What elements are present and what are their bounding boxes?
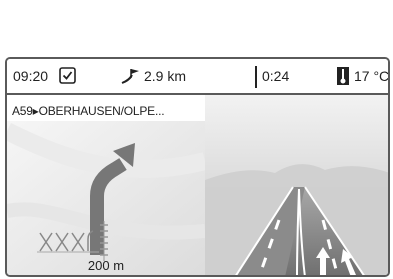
junction-view bbox=[205, 95, 388, 275]
status-divider bbox=[255, 66, 257, 88]
outside-temperature: 17 °C bbox=[354, 68, 390, 84]
remaining-time: 0:24 bbox=[262, 68, 290, 84]
status-bar: 09:20 2.9 km 0:24 17 °C bbox=[7, 59, 388, 95]
turn-guidance-panel bbox=[7, 121, 208, 275]
clock-time: 09:20 bbox=[13, 68, 49, 84]
road-name: A59▸OBERHAUSEN/OLPE... bbox=[12, 104, 165, 118]
turn-distance: 200 m bbox=[87, 258, 125, 273]
turn-guidance-map bbox=[7, 121, 208, 275]
thermometer-icon bbox=[337, 66, 351, 89]
flag-route-icon bbox=[121, 68, 141, 87]
navigation-display: 09:20 2.9 km 0:24 17 °C A59▸OBERHAUSEN/O… bbox=[5, 57, 390, 277]
clock-check-icon bbox=[59, 67, 76, 87]
remaining-distance: 2.9 km bbox=[144, 68, 187, 84]
